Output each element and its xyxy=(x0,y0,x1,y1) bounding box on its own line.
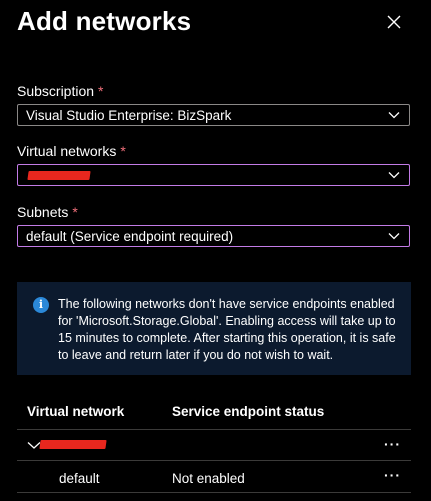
subscription-label: Subscription * xyxy=(17,83,104,99)
column-header-virtual-network[interactable]: Virtual network xyxy=(27,404,124,419)
subscription-label-text: Subscription xyxy=(17,83,95,99)
info-banner-text: The following networks don't have servic… xyxy=(58,297,396,362)
required-mark: * xyxy=(98,83,104,99)
chevron-down-icon xyxy=(388,233,400,240)
subnets-label: Subnets * xyxy=(17,204,78,220)
redacted-network-name xyxy=(39,440,107,449)
chevron-down-icon xyxy=(388,172,400,179)
virtual-networks-label-text: Virtual networks xyxy=(17,143,117,159)
info-banner: i The following networks don't have serv… xyxy=(17,282,411,375)
row-divider xyxy=(17,492,411,493)
required-mark: * xyxy=(120,143,126,159)
virtual-networks-dropdown[interactable] xyxy=(17,164,410,186)
chevron-down-icon xyxy=(388,112,400,119)
required-mark: * xyxy=(72,204,78,220)
subscription-dropdown[interactable]: Visual Studio Enterprise: BizSpark xyxy=(17,104,410,126)
column-header-service-endpoint-status[interactable]: Service endpoint status xyxy=(172,404,324,419)
redacted-value xyxy=(27,170,91,180)
row-divider xyxy=(17,460,411,461)
subnet-name-cell: default xyxy=(59,471,100,486)
virtual-networks-label: Virtual networks * xyxy=(17,143,126,159)
subscription-value: Visual Studio Enterprise: BizSpark xyxy=(26,107,232,123)
subnets-dropdown[interactable]: default (Service endpoint required) xyxy=(17,225,410,247)
header-divider xyxy=(17,429,411,430)
more-actions-button[interactable]: ··· xyxy=(384,467,401,483)
info-icon: i xyxy=(33,297,49,313)
panel-title: Add networks xyxy=(17,6,192,36)
subnets-label-text: Subnets xyxy=(17,204,69,220)
subnets-value: default (Service endpoint required) xyxy=(26,228,234,244)
more-actions-button[interactable]: ··· xyxy=(384,436,401,452)
close-icon[interactable] xyxy=(386,14,402,30)
endpoint-status-cell: Not enabled xyxy=(172,471,245,486)
